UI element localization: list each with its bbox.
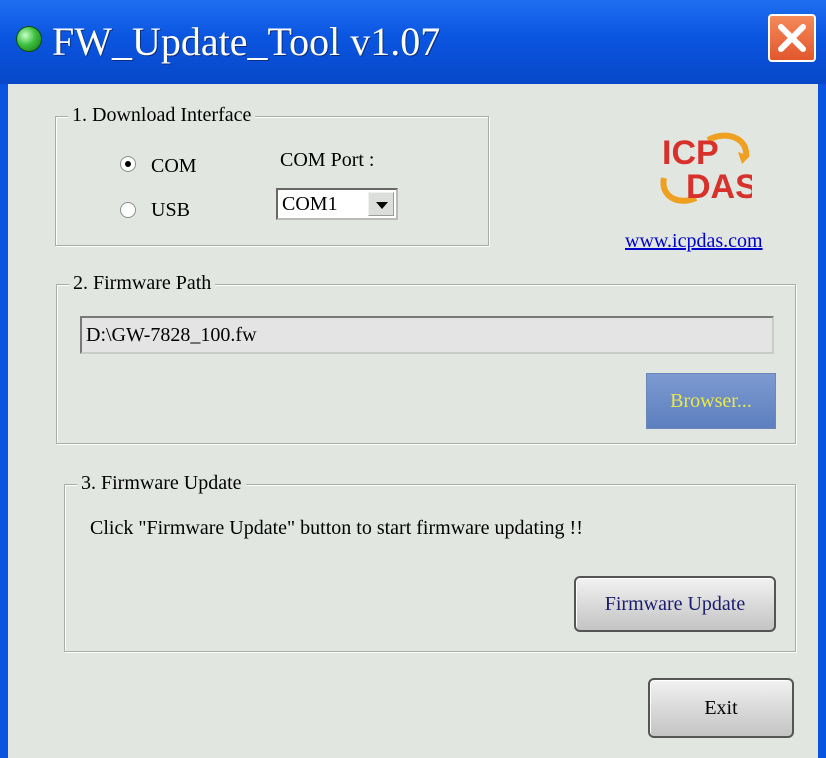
logo-text-icp: ICP: [662, 134, 719, 172]
download-interface-legend: 1. Download Interface: [68, 103, 256, 127]
usb-radio[interactable]: [120, 202, 136, 218]
icpdas-website-link[interactable]: www.icpdas.com: [625, 229, 763, 253]
app-globe-icon: [16, 26, 42, 52]
firmware-update-button[interactable]: Firmware Update: [574, 576, 776, 632]
firmware-update-instructions: Click "Firmware Update" button to start …: [90, 517, 583, 539]
download-interface-group: 1. Download Interface: [55, 103, 489, 246]
com-radio[interactable]: [120, 156, 136, 172]
fw-update-tool-window: FW_Update_Tool v1.07 1. Download Interfa…: [0, 0, 826, 758]
chevron-down-icon[interactable]: [368, 192, 394, 216]
browse-button[interactable]: Browser...: [646, 373, 776, 429]
close-icon: [778, 24, 806, 52]
com-radio-label[interactable]: COM: [151, 154, 197, 178]
firmware-path-legend: 2. Firmware Path: [69, 271, 216, 295]
com-port-label: COM Port :: [280, 149, 375, 171]
com-port-value: COM1: [282, 193, 338, 215]
firmware-path-field[interactable]: D:\GW-7828_100.fw: [80, 316, 774, 354]
window-title: FW_Update_Tool v1.07: [52, 19, 441, 64]
firmware-path-value: D:\GW-7828_100.fw: [86, 324, 257, 346]
firmware-update-legend: 3. Firmware Update: [77, 471, 246, 495]
exit-button[interactable]: Exit: [648, 678, 794, 738]
close-button[interactable]: [768, 14, 816, 62]
client-area: 1. Download Interface COM USB COM Port :…: [8, 84, 818, 758]
icpdas-logo-graphic: ICP DAS: [660, 132, 758, 206]
com-port-select[interactable]: COM1: [276, 188, 398, 220]
logo-text-das: DAS: [686, 168, 752, 206]
icpdas-logo: ICP DAS: [656, 126, 758, 210]
title-bar[interactable]: FW_Update_Tool v1.07: [0, 0, 826, 84]
usb-radio-label[interactable]: USB: [151, 198, 190, 222]
